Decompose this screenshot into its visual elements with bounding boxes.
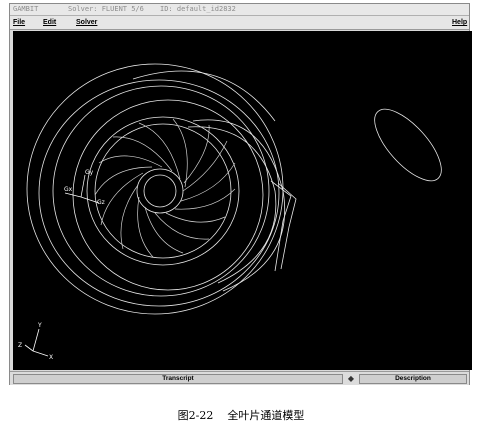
impeller-shroud xyxy=(72,99,264,291)
title-app-name: GAMBIT xyxy=(13,5,39,13)
figure-caption: 图2-22 全叶片通道模型 xyxy=(0,407,482,423)
menu-help[interactable]: Help xyxy=(452,16,467,29)
tongue-line-2 xyxy=(277,182,297,270)
description-label: Description xyxy=(395,375,431,382)
title-id: ID: default_id2832 xyxy=(160,5,236,13)
label-gx: Gx xyxy=(64,186,73,193)
axis-triad xyxy=(24,328,49,357)
menu-file[interactable]: File xyxy=(13,16,25,29)
passage-curve-3 xyxy=(132,70,276,122)
axis-label-x: X xyxy=(49,354,53,361)
menu-edit[interactable]: Edit xyxy=(43,16,56,29)
panel-toggle-icon[interactable]: ◆ xyxy=(346,374,356,384)
impeller-outer xyxy=(86,116,240,266)
impeller-model-drawing: Gy Gx Gz Y X Z xyxy=(18,63,442,361)
impeller-mid xyxy=(94,123,232,259)
graphics-viewport[interactable]: Gy Gx Gz Y X Z xyxy=(13,31,472,370)
volute-ring xyxy=(52,85,270,297)
outlet-ellipse xyxy=(374,108,442,182)
axis-label-y: Y xyxy=(37,322,42,329)
blade-set xyxy=(94,118,236,258)
gambit-window: GAMBIT Solver: FLUENT 5/6 ID: default_id… xyxy=(9,3,472,385)
title-bar: GAMBIT Solver: FLUENT 5/6 ID: default_id… xyxy=(10,4,469,16)
bottom-panel-bar: Transcript ◆ Description xyxy=(10,371,469,385)
volute-inner xyxy=(38,79,280,307)
description-button[interactable]: Description xyxy=(359,374,467,384)
label-gz: Gz xyxy=(97,199,105,206)
axis-label-z: Z xyxy=(18,342,22,349)
menu-bar: File Edit Solver Help xyxy=(10,16,469,30)
menu-solver[interactable]: Solver xyxy=(76,16,97,29)
transcript-button[interactable]: Transcript xyxy=(13,374,343,384)
title-solver: Solver: FLUENT 5/6 xyxy=(68,5,144,13)
caption-number: 图2-22 xyxy=(177,409,214,422)
caption-text: 全叶片通道模型 xyxy=(227,409,305,422)
label-gy: Gy xyxy=(85,169,94,176)
transcript-label: Transcript xyxy=(162,375,194,382)
hub-inner xyxy=(143,174,177,208)
